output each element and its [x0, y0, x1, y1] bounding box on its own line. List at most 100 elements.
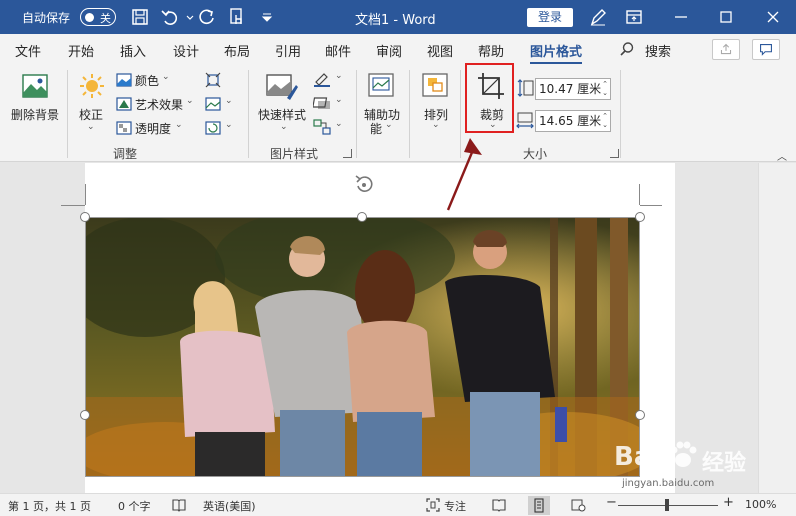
size-dialog-launcher[interactable]: [610, 149, 619, 158]
picture-layout-icon[interactable]: [313, 119, 331, 135]
proofing-book-icon[interactable]: [171, 497, 187, 513]
group-separator: [620, 70, 621, 158]
corrections-sun-icon[interactable]: [78, 72, 106, 100]
undo-dropdown-icon[interactable]: [180, 7, 194, 27]
remove-background-icon[interactable]: [20, 72, 50, 102]
autosave-state: 关: [100, 12, 111, 25]
read-mode-icon[interactable]: [491, 497, 507, 513]
chevron-down-icon[interactable]: ⌄: [385, 120, 393, 130]
width-value: 14.65 厘米: [539, 114, 602, 128]
change-picture-icon[interactable]: [205, 96, 221, 112]
accessibility-label-line2[interactable]: 能: [370, 120, 382, 137]
zoom-out-button[interactable]: −: [606, 495, 617, 510]
corrections-label[interactable]: 校正: [79, 106, 103, 123]
maximize-icon[interactable]: [715, 6, 737, 28]
chevron-down-icon[interactable]: ⌄: [335, 95, 343, 105]
chevron-down-icon[interactable]: ⌄: [87, 122, 95, 132]
page-count[interactable]: 第 1 页，共 1 页: [8, 498, 91, 514]
word-count[interactable]: 0 个字: [118, 498, 151, 514]
language[interactable]: 英语(美国): [203, 498, 256, 514]
width-input[interactable]: 14.65 厘米 ⌃ ⌄: [535, 110, 611, 132]
color-icon[interactable]: [116, 73, 132, 87]
close-icon[interactable]: [762, 6, 784, 28]
chevron-down-icon[interactable]: ⌄: [162, 72, 170, 82]
height-input[interactable]: 10.47 厘米 ⌃ ⌄: [535, 78, 611, 100]
chevron-down-icon[interactable]: ⌄: [335, 71, 343, 81]
picture-styles-dialog-launcher[interactable]: [343, 149, 352, 158]
search-icon[interactable]: [619, 41, 635, 57]
tab-help[interactable]: 帮助: [478, 41, 504, 60]
customize-toolbar-icon[interactable]: [257, 7, 273, 27]
reset-picture-icon[interactable]: [205, 120, 221, 136]
chevron-down-icon[interactable]: ⌄: [280, 122, 288, 132]
redo-icon[interactable]: [197, 7, 217, 27]
picture-border-icon[interactable]: [313, 71, 331, 87]
transparency-label[interactable]: 透明度: [135, 120, 171, 137]
alt-text-icon[interactable]: [367, 72, 395, 100]
focus-label[interactable]: 专注: [444, 498, 466, 514]
minimize-icon[interactable]: [670, 6, 692, 28]
ribbon-display-options-icon[interactable]: [623, 6, 645, 28]
chevron-down-icon[interactable]: ⌄: [335, 119, 343, 129]
paw-icon: [670, 441, 697, 467]
tab-layout[interactable]: 布局: [224, 41, 250, 60]
height-spinner[interactable]: ⌃ ⌄: [602, 80, 608, 98]
tab-view[interactable]: 视图: [427, 41, 453, 60]
chevron-down-icon[interactable]: ⌄: [225, 120, 233, 130]
web-layout-icon[interactable]: [570, 497, 586, 513]
arrange-icon[interactable]: [421, 72, 449, 100]
undo-icon[interactable]: [160, 7, 180, 27]
resize-handle-right[interactable]: [635, 410, 645, 420]
watermark-url: jingyan.baidu.com: [622, 478, 715, 489]
resize-handle-top-right[interactable]: [635, 212, 645, 222]
tab-mailings[interactable]: 邮件: [325, 41, 351, 60]
resize-handle-left[interactable]: [80, 410, 90, 420]
tab-home[interactable]: 开始: [68, 41, 94, 60]
touch-mode-icon[interactable]: [227, 7, 247, 27]
pen-icon[interactable]: [588, 7, 608, 27]
focus-icon[interactable]: [425, 497, 441, 513]
tab-picture-format[interactable]: 图片格式: [530, 41, 582, 60]
remove-background-label[interactable]: 删除背景: [11, 106, 59, 123]
quick-styles-icon[interactable]: [265, 72, 299, 102]
color-label[interactable]: 颜色: [135, 72, 159, 89]
chevron-down-icon[interactable]: ⌄: [432, 120, 440, 130]
chevron-down-icon[interactable]: ⌄: [225, 96, 233, 106]
compress-pictures-icon[interactable]: [205, 72, 221, 88]
toggle-knob: [85, 12, 94, 22]
resize-handle-top[interactable]: [357, 212, 367, 222]
baidu-watermark: Bai 经验 jingyan.baidu.com: [608, 432, 758, 494]
chevron-down-icon[interactable]: ⌄: [175, 120, 183, 130]
collapse-ribbon-icon[interactable]: ︿: [777, 148, 787, 163]
tab-review[interactable]: 审阅: [376, 41, 402, 60]
tab-references[interactable]: 引用: [275, 41, 301, 60]
zoom-in-button[interactable]: +: [723, 495, 734, 510]
share-button[interactable]: [712, 39, 740, 60]
tab-insert[interactable]: 插入: [120, 41, 146, 60]
vertical-scrollbar[interactable]: [758, 163, 796, 493]
autosave-toggle[interactable]: 关: [80, 8, 116, 26]
artistic-effects-icon[interactable]: [116, 97, 132, 111]
group-separator: [67, 70, 68, 158]
picture-effects-icon[interactable]: [312, 95, 331, 111]
print-layout-icon[interactable]: [528, 496, 550, 515]
comments-button[interactable]: [752, 39, 780, 60]
transparency-icon[interactable]: [116, 121, 132, 135]
group-separator: [356, 70, 357, 158]
width-spinner[interactable]: ⌃ ⌄: [602, 112, 608, 130]
title-bar: 自动保存 关 文档1 - Word 登录: [0, 0, 796, 34]
rotate-handle-icon[interactable]: [352, 172, 376, 196]
tab-file[interactable]: 文件: [15, 41, 41, 60]
artistic-effects-label[interactable]: 艺术效果: [135, 96, 183, 113]
zoom-level[interactable]: 100%: [745, 498, 776, 511]
quick-styles-label[interactable]: 快速样式: [258, 106, 306, 123]
tab-design[interactable]: 设计: [173, 41, 199, 60]
save-icon[interactable]: [130, 7, 150, 27]
search-label[interactable]: 搜索: [645, 41, 671, 60]
chevron-down-icon[interactable]: ⌄: [186, 96, 194, 106]
annotation-arrow: [446, 138, 482, 211]
selection-frame: [85, 217, 640, 477]
zoom-slider-thumb[interactable]: [665, 499, 669, 511]
login-button[interactable]: 登录: [527, 8, 573, 27]
resize-handle-top-left[interactable]: [80, 212, 90, 222]
